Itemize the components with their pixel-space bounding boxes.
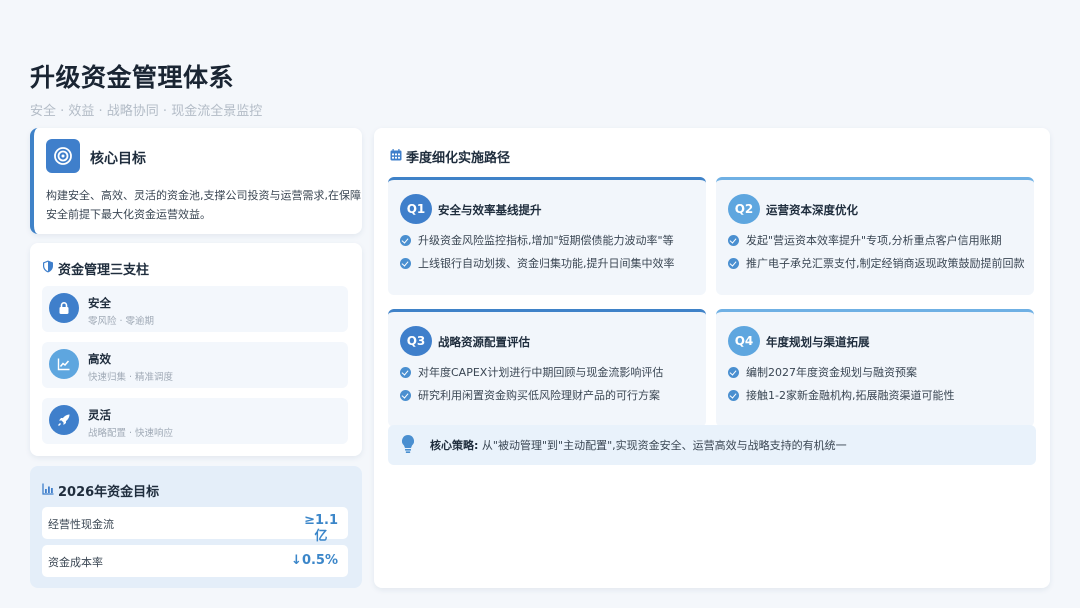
- target-row-cashflow: 经营性现金流 ≥1.1 亿: [42, 507, 348, 544]
- target-icon: [46, 139, 80, 173]
- check-circle-icon: [728, 367, 739, 378]
- quarter-title: 战略资源配置评估: [438, 335, 530, 349]
- check-circle-icon: [400, 258, 411, 269]
- bar-chart-icon: [42, 483, 54, 499]
- pillars-title: 资金管理三支柱: [58, 263, 150, 278]
- lightbulb-icon: [400, 434, 416, 458]
- core-strategy-body: 从"被动管理"到"主动配置",实现资金安全、运营高效与战略支持的有机统一: [478, 439, 847, 452]
- page-title: 升级资金管理体系: [30, 63, 235, 92]
- quarter-item-text: 升级资金风险监控指标,增加"短期偿债能力波动率"等: [418, 234, 674, 247]
- quarter-badge: Q4: [728, 326, 760, 356]
- pillar-name: 安全: [88, 296, 111, 310]
- quarter-item-text: 发起"营运资本效率提升"专项,分析重点客户信用账期: [746, 234, 1002, 247]
- check-circle-icon: [728, 235, 739, 246]
- quarter-item-text: 接触1-2家新金融机构,拓展融资渠道可能性: [746, 389, 955, 402]
- target-value-line: ≥1.1: [304, 513, 338, 528]
- targets-heading: 2026年资金目标: [42, 481, 159, 500]
- page-subtitle: 安全 · 效益 · 战略协同 · 现金流全景监控: [30, 104, 263, 119]
- pillar-flexibility: 灵活 战略配置 · 快速响应: [42, 398, 348, 444]
- quarter-item-text: 推广电子承兑汇票支付,制定经销商返现政策鼓励提前回款: [746, 257, 1025, 270]
- rocket-icon: [49, 405, 79, 435]
- pillar-subtitle: 零风险 · 零逾期: [88, 316, 155, 327]
- quarter-card-q1: Q1 安全与效率基线提升 升级资金风险监控指标,增加"短期偿债能力波动率"等 上…: [388, 177, 706, 295]
- quarter-title: 年度规划与渠道拓展: [766, 335, 870, 349]
- quarter-item-text: 上线银行自动划拨、资金归集功能,提升日间集中效率: [418, 257, 675, 270]
- quarter-item: 研究利用闲置资金购买低风险理财产品的可行方案: [400, 387, 698, 405]
- quarter-badge: Q3: [400, 326, 432, 356]
- core-strategy-label: 核心策略:: [430, 439, 479, 452]
- targets-title: 2026年资金目标: [58, 485, 160, 500]
- check-circle-icon: [400, 235, 411, 246]
- pillar-name: 高效: [88, 352, 111, 366]
- check-circle-icon: [400, 390, 411, 401]
- quarter-item: 推广电子承兑汇票支付,制定经销商返现政策鼓励提前回款: [728, 255, 1026, 273]
- core-strategy-text: 核心策略: 从"被动管理"到"主动配置",实现资金安全、运营高效与战略支持的有机…: [430, 437, 847, 453]
- quarter-item: 编制2027年度资金规划与融资预案: [728, 364, 1026, 382]
- pillars-heading: 资金管理三支柱: [42, 259, 149, 278]
- check-circle-icon: [728, 390, 739, 401]
- quarter-item-text: 研究利用闲置资金购买低风险理财产品的可行方案: [418, 389, 660, 402]
- core-goal-description: 构建安全、高效、灵活的资金池,支撑公司投资与运营需求,在保障安全前提下最大化资金…: [46, 189, 361, 221]
- target-value-line: 亿: [314, 529, 328, 544]
- quarter-card-q3: Q3 战略资源配置评估 对年度CAPEX计划进行中期回顾与现金流影响评估 研究利…: [388, 309, 706, 427]
- check-circle-icon: [728, 258, 739, 269]
- core-strategy-bar: 核心策略: 从"被动管理"到"主动配置",实现资金安全、运营高效与战略支持的有机…: [388, 425, 1036, 465]
- pillar-safety: 安全 零风险 · 零逾期: [42, 286, 348, 332]
- quarter-item: 对年度CAPEX计划进行中期回顾与现金流影响评估: [400, 364, 698, 382]
- target-label: 资金成本率: [48, 556, 103, 569]
- quarter-item: 升级资金风险监控指标,增加"短期偿债能力波动率"等: [400, 232, 698, 250]
- core-goal-title: 核心目标: [90, 151, 146, 167]
- quarter-badge: Q2: [728, 194, 760, 224]
- roadmap-panel: 季度细化实施路径 Q1 安全与效率基线提升 升级资金风险监控指标,增加"短期偿债…: [374, 128, 1050, 588]
- pillar-name: 灵活: [88, 408, 111, 422]
- calendar-icon: [390, 148, 402, 165]
- quarter-title: 运营资本深度优化: [766, 203, 858, 217]
- target-value: ↓0.5%: [291, 553, 338, 568]
- pillar-efficiency: 高效 快速归集 · 精准调度: [42, 342, 348, 388]
- shield-icon: [42, 260, 54, 277]
- quarter-item: 发起"营运资本效率提升"专项,分析重点客户信用账期: [728, 232, 1026, 250]
- roadmap-heading: 季度细化实施路径: [390, 147, 510, 166]
- roadmap-title: 季度细化实施路径: [406, 151, 511, 166]
- core-goal-card: 核心目标 构建安全、高效、灵活的资金池,支撑公司投资与运营需求,在保障安全前提下…: [30, 128, 362, 234]
- chart-line-icon: [49, 349, 79, 379]
- quarter-item: 接触1-2家新金融机构,拓展融资渠道可能性: [728, 387, 1026, 405]
- target-label: 经营性现金流: [48, 518, 114, 531]
- lock-icon: [49, 293, 79, 323]
- quarter-item-text: 编制2027年度资金规划与融资预案: [746, 366, 917, 379]
- quarter-card-q4: Q4 年度规划与渠道拓展 编制2027年度资金规划与融资预案 接触1-2家新金融…: [716, 309, 1034, 427]
- quarter-title: 安全与效率基线提升: [438, 203, 542, 217]
- quarter-item-text: 对年度CAPEX计划进行中期回顾与现金流影响评估: [418, 366, 664, 379]
- quarter-card-q2: Q2 运营资本深度优化 发起"营运资本效率提升"专项,分析重点客户信用账期 推广…: [716, 177, 1034, 295]
- quarter-item: 上线银行自动划拨、资金归集功能,提升日间集中效率: [400, 255, 698, 273]
- quarter-badge: Q1: [400, 194, 432, 224]
- check-circle-icon: [400, 367, 411, 378]
- pillar-subtitle: 战略配置 · 快速响应: [88, 428, 174, 439]
- targets-card: 2026年资金目标 经营性现金流 ≥1.1 亿 资金成本率 ↓0.5%: [30, 466, 362, 588]
- pillars-card: 资金管理三支柱 安全 零风险 · 零逾期 高效 快速归集 · 精准调度 灵活 战…: [30, 243, 362, 456]
- target-value: ≥1.1 亿: [304, 513, 338, 545]
- target-row-cost-rate: 资金成本率 ↓0.5%: [42, 545, 348, 577]
- pillar-subtitle: 快速归集 · 精准调度: [88, 372, 174, 383]
